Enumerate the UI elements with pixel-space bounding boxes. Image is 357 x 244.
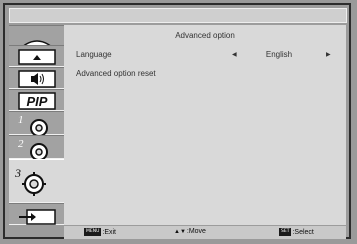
menu-title: Advanced option: [175, 31, 235, 40]
sidebar: PIP 1 2 3: [9, 25, 64, 225]
input-icon: [19, 209, 56, 225]
move-hint: ▲▼ :Move: [174, 228, 206, 235]
menu-key-icon: MENU: [84, 228, 102, 236]
config2-icon: 2: [18, 138, 48, 160]
tab-config-1[interactable]: 1: [9, 111, 64, 136]
exit-label: :Exit: [102, 228, 117, 236]
screen-icon: [18, 49, 56, 65]
tab-config-3[interactable]: 3: [9, 159, 64, 203]
select-label: :Select: [292, 228, 314, 236]
language-right-arrow-icon[interactable]: ▶: [326, 51, 331, 58]
language-label[interactable]: Language: [76, 50, 112, 59]
tab-config-2[interactable]: 2: [9, 135, 64, 160]
config1-icon: 1: [18, 114, 48, 136]
header-strip: [9, 8, 347, 23]
up-down-arrows-icon: ▲▼: [174, 228, 186, 235]
audio-icon: [18, 70, 56, 88]
pip-label: PIP: [27, 94, 48, 109]
tab-screen[interactable]: [9, 45, 64, 67]
config2-number: 2: [18, 138, 24, 150]
language-value[interactable]: English: [249, 50, 309, 59]
exit-hint: MENU :Exit: [84, 228, 116, 236]
select-hint: SET :Select: [279, 228, 314, 236]
move-label: :Move: [186, 228, 206, 235]
tab-audio[interactable]: [9, 67, 64, 89]
config3-number: 3: [14, 166, 21, 180]
menu-panel: Advanced option Language ◀ English ▶ Adv…: [64, 25, 346, 225]
set-key-icon: SET: [279, 228, 292, 236]
tab-input[interactable]: [9, 203, 64, 225]
advanced-option-reset[interactable]: Advanced option reset: [76, 69, 156, 78]
config1-number: 1: [18, 114, 24, 126]
pip-icon: PIP: [18, 92, 56, 110]
footer-bar: MENU :Exit ▲▼ :Move SET :Select: [64, 226, 346, 239]
language-left-arrow-icon[interactable]: ◀: [232, 51, 237, 58]
config3-icon: 3: [14, 166, 46, 196]
tab-pip[interactable]: PIP: [9, 89, 64, 111]
